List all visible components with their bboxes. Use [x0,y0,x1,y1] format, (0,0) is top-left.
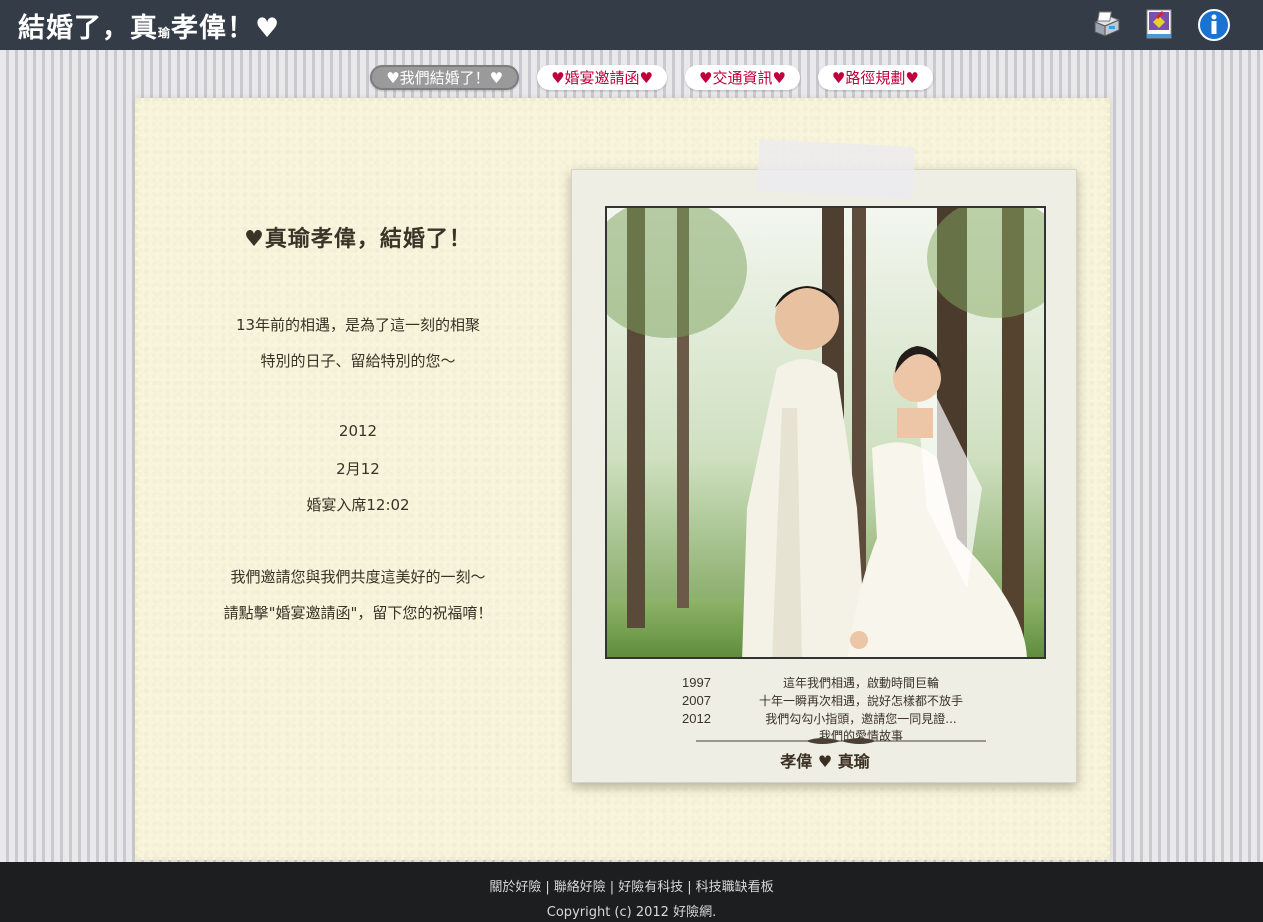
footer-link-contact[interactable]: 聯絡好險 [554,880,606,895]
tape-decoration [756,138,916,200]
info-icon[interactable] [1197,8,1231,42]
invite-date: 2月12 [336,460,380,478]
edit-note-icon[interactable] [1143,8,1177,42]
tab-route-planning[interactable]: ♥路徑規劃♥ [817,65,933,90]
photo-frame: 1997 這年我們相遇，啟動時間巨輪 2007 十年一瞬再次相遇，說好怎樣都不放… [571,169,1077,783]
invite-year: 2012 [338,422,378,440]
invitation-paper: ♥真瑜孝偉，結婚了！ 13年前的相遇，是為了這一刻的相聚 特別的日子、留給特別的… [135,98,1110,860]
site-title[interactable]: 結婚了，真瑜孝偉！♥ [18,6,280,45]
caption-year: 2007 [682,692,711,708]
invite-line-1: 13年前的相遇，是為了這一刻的相聚 [235,316,481,334]
top-bar: 結婚了，真瑜孝偉！♥ [0,0,1263,50]
invite-line-2: 特別的日子、留給特別的您～ [260,352,456,370]
couple-signature: 孝偉 ♥ 真瑜 [780,752,870,771]
wedding-photo [605,206,1046,659]
tab-we-married[interactable]: ♥我們結婚了！♥ [370,65,520,90]
footer-link-about[interactable]: 關於好險 [489,880,541,895]
invite-line-3: 我們邀請您與我們共度這美好的一刻～ [230,568,486,586]
photo-captions: 1997 這年我們相遇，啟動時間巨輪 2007 十年一瞬再次相遇，說好怎樣都不放… [682,673,992,744]
invitation-text: ♥真瑜孝偉，結婚了！ 13年前的相遇，是為了這一刻的相聚 特別的日子、留給特別的… [138,101,578,857]
caption-year: 2012 [682,710,711,726]
tab-transportation[interactable]: ♥交通資訊♥ [685,65,800,90]
site-title-part1: 結婚了，真 [18,12,158,44]
caption-row: 2007 十年一瞬再次相遇，說好怎樣都不放手 [682,691,992,709]
invite-time: 婚宴入席12:02 [306,496,410,514]
caption-row: 2012 我們勾勾小指頭，邀請您一同見證... [682,709,992,727]
footer-separator: | [687,880,692,895]
footer: 關於好險 | 聯絡好險 | 好險有科技 | 科技職缺看板 Copyright (c) 201… [0,862,1263,922]
copyright: Copyright (c) 2012 好險網. [546,905,717,920]
caption-text: 十年一瞬再次相遇，說好怎樣都不放手 [758,693,963,708]
caption-row: 1997 這年我們相遇，啟動時間巨輪 [682,673,992,691]
tab-wedding-invitation[interactable]: ♥婚宴邀請函♥ [537,65,667,90]
caption-text: 這年我們相遇，啟動時間巨輪 [782,675,939,690]
invite-line-4: 請點擊"婚宴邀請函"，留下您的祝福唷！ [223,604,493,622]
ornamental-divider [696,738,986,744]
site-title-part2: 孝偉！♥ [171,12,281,44]
caption-text: 我們勾勾小指頭，邀請您一同見證... [765,711,957,726]
footer-separator: | [545,880,550,895]
footer-link-jobs[interactable]: 科技職缺看板 [696,880,774,895]
site-title-small: 瑜 [158,25,172,40]
printer-icon[interactable] [1089,8,1123,42]
caption-year: 1997 [682,674,711,690]
invitation-title: ♥真瑜孝偉，結婚了！ [244,227,472,252]
top-icons [1089,8,1245,42]
footer-links: 關於好險 | 聯絡好險 | 好險有科技 | 科技職缺看板 [0,862,1263,895]
footer-separator: | [609,880,615,895]
nav-tabs: ♥我們結婚了！♥ ♥婚宴邀請函♥ ♥交通資訊♥ ♥路徑規劃♥ [0,65,1263,90]
footer-link-technology[interactable]: 好險有科技 [618,880,683,895]
